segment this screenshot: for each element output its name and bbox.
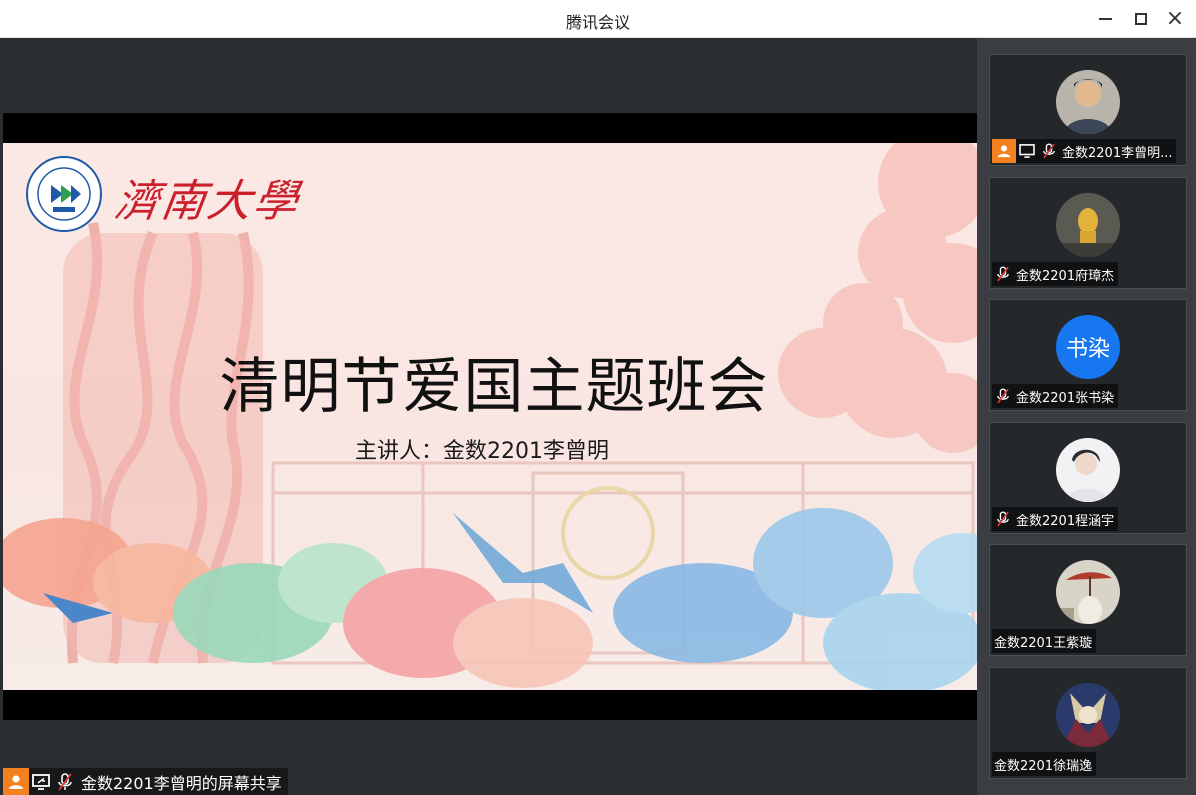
participant-tile[interactable]: 书染 金数2201张书染 [989,299,1187,411]
screen-share-status: 金数2201李曾明的屏幕共享 [3,768,288,795]
mic-muted-icon [53,768,77,795]
participant-tile[interactable]: 金数2201王紫璇 [989,544,1187,656]
avatar: 书染 [1056,315,1120,379]
participant-name: 金数2201府璋杰 [1016,268,1115,284]
avatar [1056,560,1120,624]
participant-namebar: 金数2201王紫璇 [992,629,1097,653]
maximize-button[interactable] [1130,8,1152,30]
participants-panel: 金数2201李曾明... 金数2201府璋杰 书染 金数2201张书染 金数22… [977,38,1196,795]
window-title: 腾讯会议 [565,13,630,32]
host-icon [3,768,29,795]
close-icon: × [1165,6,1185,31]
screen-share-icon [1016,139,1038,163]
participant-tile[interactable]: 金数2201徐瑞逸 [989,667,1187,779]
minimize-icon [1098,18,1112,20]
slide-subtitle: 主讲人：金数2201李曾明 [355,439,609,464]
participant-name: 金数2201徐瑞逸 [994,758,1093,774]
letterbox-bottom [3,690,977,720]
university-name: 濟南大學 [111,176,303,227]
participant-namebar: 金数2201张书染 [992,384,1119,408]
mic-muted-icon [992,384,1014,408]
participant-tile[interactable]: 金数2201李曾明... [989,54,1187,166]
close-button[interactable]: × [1164,8,1186,30]
letterbox-top [3,113,977,143]
mic-muted-icon [992,507,1014,531]
participant-name: 金数2201王紫璇 [994,635,1093,651]
participant-name: 金数2201李曾明... [1062,145,1173,161]
slide-title: 清明节爱国主题班会 [219,352,769,422]
maximize-icon [1135,13,1147,25]
participant-name: 金数2201程涵宇 [1016,513,1115,529]
avatar [1056,193,1120,257]
window-titlebar: 腾讯会议 × [0,0,1196,38]
university-logo [26,156,102,232]
shared-screen-area: 濟南大學 清明节爱国主题班会 主讲人：金数2201李曾明 [3,38,977,795]
participant-tile[interactable]: 金数2201府璋杰 [989,177,1187,289]
mic-muted-icon [992,262,1014,286]
presentation-slide: 濟南大學 清明节爱国主题班会 主讲人：金数2201李曾明 [3,143,977,690]
minimize-button[interactable] [1094,8,1116,30]
avatar [1056,70,1120,134]
participant-name: 金数2201张书染 [1016,390,1115,406]
mic-muted-icon [1038,139,1060,163]
avatar [1056,438,1120,502]
screen-share-icon [29,768,53,795]
share-label: 金数2201李曾明的屏幕共享 [81,773,282,793]
participant-tile[interactable]: 金数2201程涵宇 [989,422,1187,534]
avatar [1056,683,1120,747]
participant-namebar: 金数2201府璋杰 [992,262,1119,286]
participant-namebar: 金数2201徐瑞逸 [992,752,1097,776]
participant-namebar: 金数2201李曾明... [992,139,1177,163]
participant-namebar: 金数2201程涵宇 [992,507,1119,531]
host-icon [992,139,1016,163]
